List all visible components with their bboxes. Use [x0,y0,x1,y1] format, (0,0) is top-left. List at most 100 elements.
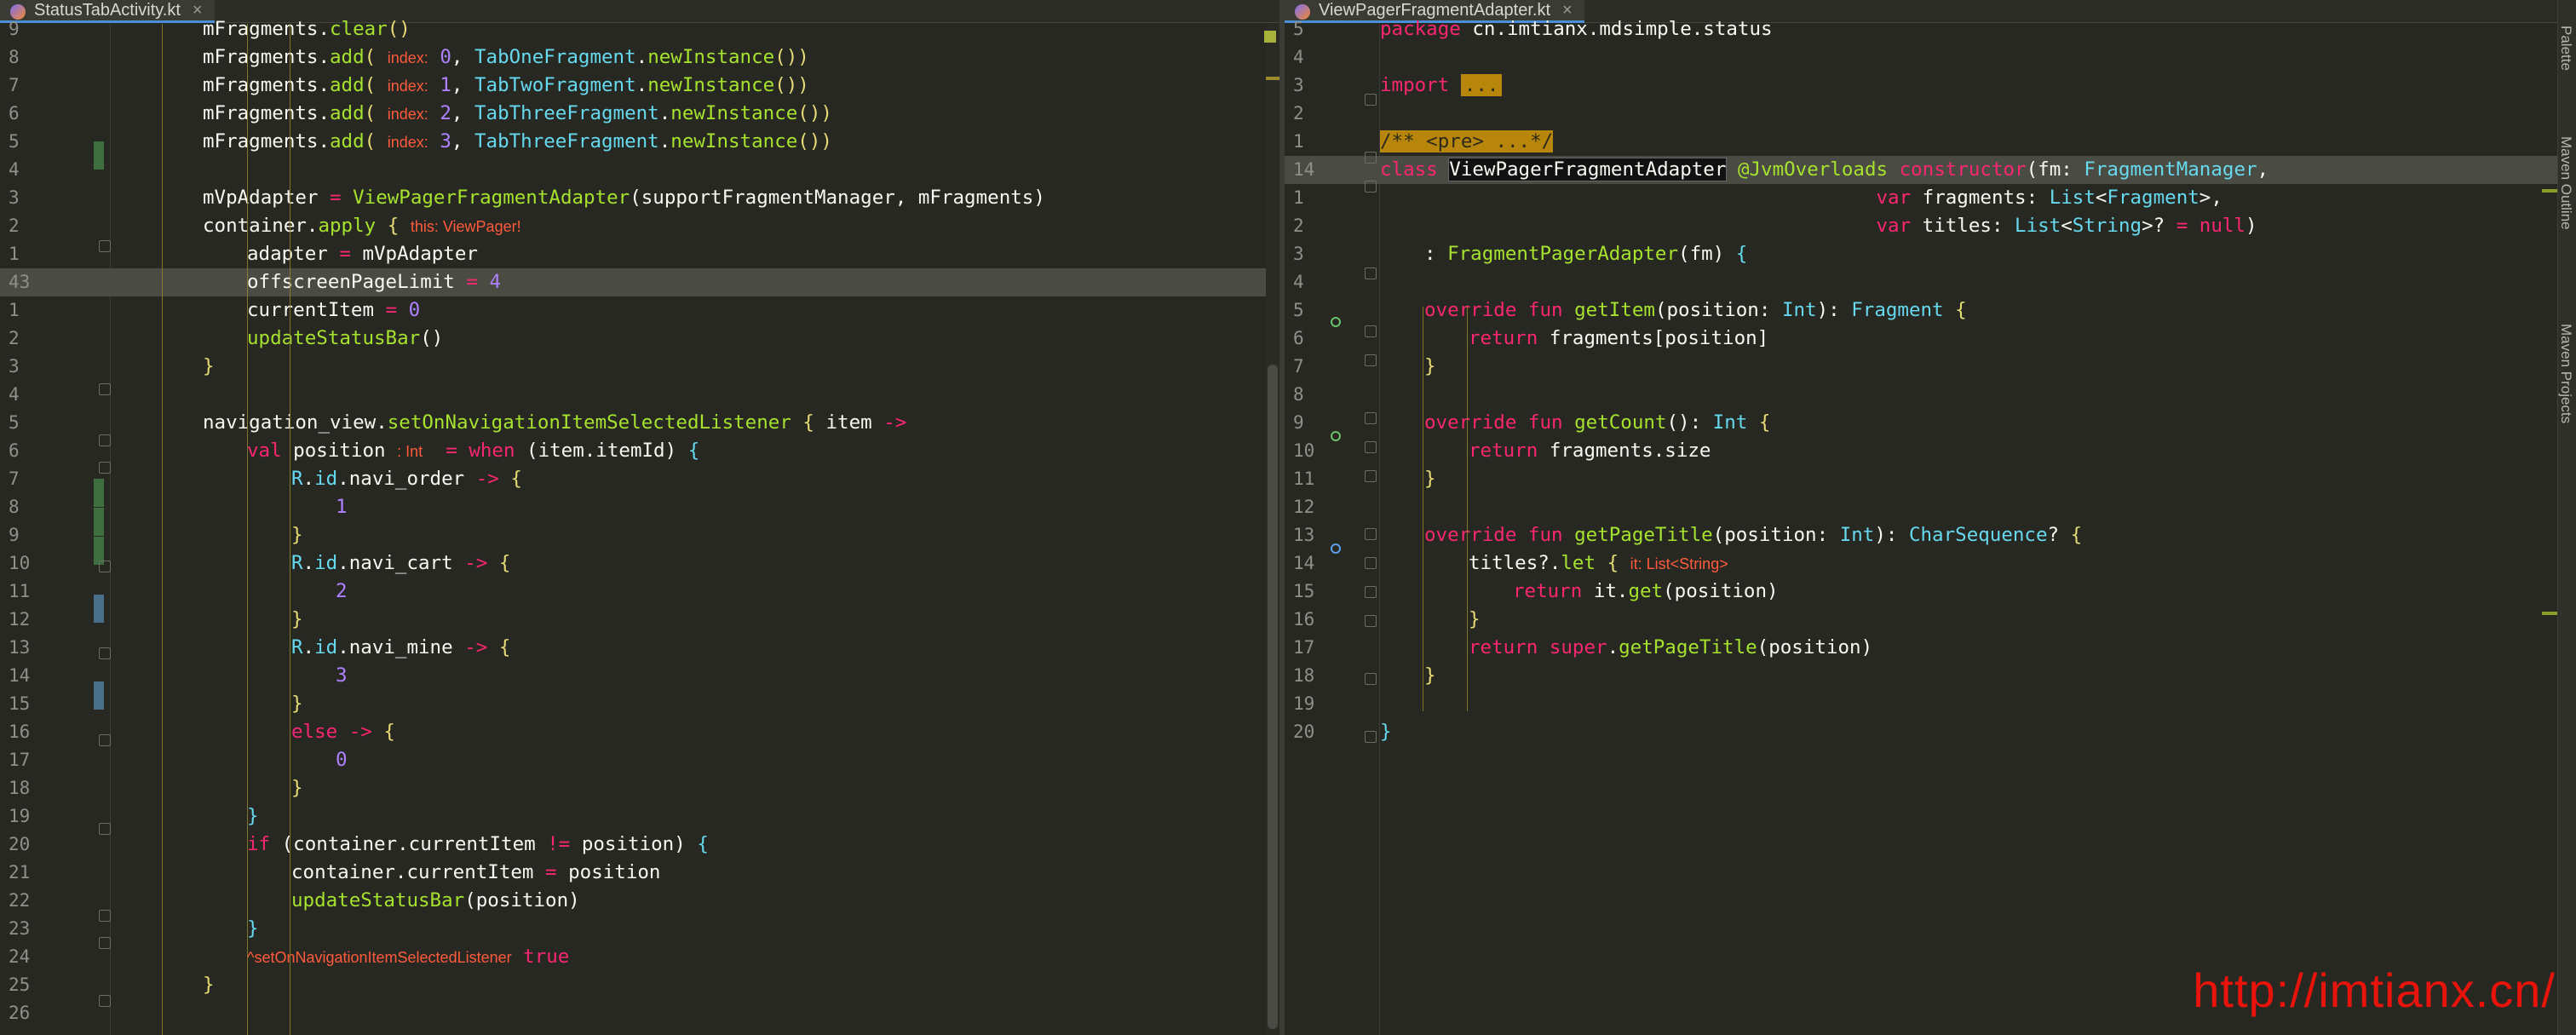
code-text[interactable]: container.currentItem = position [291,859,660,887]
code-line[interactable]: 6 mFragments.add( index: 2, TabThreeFragm… [0,100,1285,128]
code-text[interactable]: ^setOnNavigationItemSelectedListener tru… [247,943,569,972]
code-text[interactable]: } [291,774,303,802]
code-text[interactable]: 1 [336,493,348,521]
fold-marker[interactable] [99,434,111,446]
code-line[interactable]: 14 titles?.let { it: List<String> [1285,549,2576,578]
code-line[interactable]: 25} [0,971,1285,999]
code-line[interactable]: 5 navigation_view.setOnNavigationItemSele… [0,409,1285,437]
code-line[interactable]: 8 mFragments.add( index: 0, TabOneFragmen… [0,43,1285,72]
code-line[interactable]: 10 return fragments.size [1285,437,2576,465]
code-text[interactable]: : FragmentPagerAdapter(fm) { [1424,240,1747,268]
code-line[interactable]: 4 [1285,268,2576,296]
override-gutter-icon[interactable] [1331,431,1341,441]
code-line[interactable]: 1 /** <pre> ...*/ [1285,128,2576,156]
code-text[interactable]: mFragments.add( index: 3, TabThreeFragme… [203,128,832,157]
fold-marker[interactable] [1365,441,1377,453]
code-line[interactable]: 7} [1285,353,2576,381]
fold-marker[interactable] [99,462,111,474]
code-line[interactable]: 12 [1285,493,2576,521]
code-line[interactable]: 15} [0,690,1285,718]
code-text[interactable]: } [291,606,303,634]
fold-marker[interactable] [1365,615,1377,627]
code-text[interactable]: override fun getCount(): Int { [1424,409,1770,437]
code-text[interactable]: class ViewPagerFragmentAdapter @JvmOverl… [1380,156,2268,184]
code-text[interactable]: offscreenPageLimit = 4 [247,268,501,296]
code-text[interactable]: var titles: List<String>? = null) [1380,212,2257,240]
code-line[interactable]: 5 package cn.imtianx.mdsimple.status [1285,15,2576,43]
code-line[interactable]: 14 class ViewPagerFragmentAdapter @JvmOve… [1285,156,2576,184]
code-text[interactable]: container.apply { this: ViewPager! [203,212,521,241]
override-gutter-icon[interactable] [1331,543,1341,554]
code-text[interactable]: R.id.navi_mine -> { [291,634,510,662]
code-line[interactable]: 2 updateStatusBar() [0,325,1285,353]
fold-marker[interactable] [1365,152,1377,164]
code-text[interactable]: mFragments.add( index: 2, TabThreeFragme… [203,100,832,129]
code-line[interactable]: 4 [0,156,1285,184]
code-line[interactable]: 12} [0,606,1285,634]
fold-marker[interactable] [1365,325,1377,337]
code-line[interactable]: 2 container.apply { this: ViewPager! [0,212,1285,240]
right-change-marker-2[interactable] [2542,612,2557,615]
vcs-change-bar[interactable] [94,141,104,170]
code-line[interactable]: 2 [1285,100,2576,128]
code-text[interactable]: mVpAdapter = ViewPagerFragmentAdapter(su… [203,184,1045,212]
left-scroll-thumb[interactable] [1268,365,1278,1029]
right-editor-pane[interactable]: ViewPagerFragmentAdapter.kt × 5 package c… [1285,0,2576,1035]
code-text[interactable]: /** <pre> ...*/ [1380,128,1554,156]
code-line[interactable]: 5 mFragments.add( index: 3, TabThreeFragm… [0,128,1285,156]
code-text[interactable]: return fragments[position] [1469,325,1768,353]
code-text[interactable]: override fun getPageTitle(position: Int)… [1424,521,2082,549]
left-change-marker[interactable] [1266,77,1279,80]
code-text[interactable]: } [247,802,259,831]
code-line[interactable]: 7 R.id.navi_order -> { [0,465,1285,493]
code-line[interactable]: 20} [1285,718,2576,746]
code-line[interactable]: 5 override fun getItem(position: Int): Fr… [1285,296,2576,325]
code-text[interactable]: } [247,915,259,943]
code-text[interactable]: } [203,971,215,999]
code-text[interactable]: updateStatusBar(position) [291,887,580,915]
fold-marker[interactable] [99,823,111,835]
code-text[interactable]: } [1380,718,1392,746]
left-scrollbar[interactable] [1266,24,1279,1035]
code-text[interactable]: } [291,690,303,718]
code-line[interactable]: 1 var fragments: List<Fragment>, [1285,184,2576,212]
code-line[interactable]: 9 override fun getCount(): Int { [1285,409,2576,437]
code-text[interactable]: override fun getItem(position: Int): Fra… [1424,296,1967,325]
code-line[interactable]: 3 import ... [1285,72,2576,100]
code-text[interactable]: if (container.currentItem != position) { [247,831,709,859]
code-line[interactable]: 20 if (container.currentItem != position)… [0,831,1285,859]
code-line[interactable]: 7 mFragments.add( index: 1, TabTwoFragmen… [0,72,1285,100]
code-text[interactable]: R.id.navi_order -> { [291,465,522,493]
code-line[interactable]: 9 mFragments.clear() [0,15,1285,43]
fold-marker[interactable] [1365,354,1377,366]
side-panel-palette[interactable]: Palette [2557,26,2574,71]
fold-marker[interactable] [99,734,111,746]
fold-marker[interactable] [1365,267,1377,279]
code-line[interactable]: 14 3 [0,662,1285,690]
fold-marker[interactable] [99,647,111,659]
code-line[interactable]: 15 return it.get(position) [1285,578,2576,606]
vcs-change-bar[interactable] [94,479,104,507]
fold-marker[interactable] [99,995,111,1007]
code-line[interactable]: 1 adapter = mVpAdapter [0,240,1285,268]
code-line[interactable]: 16} [1285,606,2576,634]
code-text[interactable]: currentItem = 0 [247,296,420,325]
code-text[interactable]: } [203,353,215,381]
code-text[interactable]: } [1424,465,1436,493]
code-line[interactable]: 11 2 [0,578,1285,606]
code-line[interactable]: 43 offscreenPageLimit = 4 [0,268,1285,296]
code-text[interactable]: package cn.imtianx.mdsimple.status [1380,15,1773,43]
left-editor-pane[interactable]: StatusTabActivity.kt × 9 mFragments.clear… [0,0,1285,1035]
fold-marker[interactable] [1365,731,1377,743]
code-text[interactable]: mFragments.add( index: 1, TabTwoFragment… [203,72,809,101]
code-line[interactable]: 4 [0,381,1285,409]
code-line[interactable]: 81 [0,493,1285,521]
inspection-ok-marker[interactable] [1264,31,1276,43]
vcs-change-bar[interactable] [94,681,104,710]
right-change-marker[interactable] [2542,189,2557,193]
code-line[interactable]: 26 [0,999,1285,1027]
code-line[interactable]: 11} [1285,465,2576,493]
code-line[interactable]: 3: FragmentPagerAdapter(fm) { [1285,240,2576,268]
code-line[interactable]: 13 override fun getPageTitle(position: In… [1285,521,2576,549]
code-line[interactable]: 2 var titles: List<String>? = null) [1285,212,2576,240]
